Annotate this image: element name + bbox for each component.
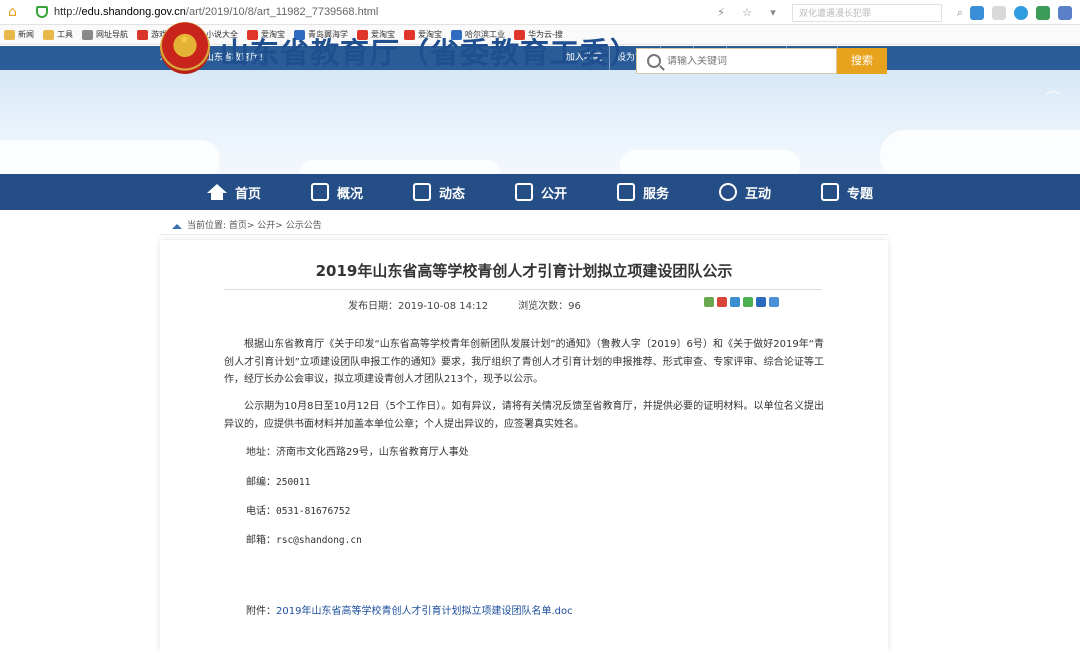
favorite-icon xyxy=(82,29,93,40)
nav-item[interactable]: 公开 xyxy=(514,174,567,210)
share-wechat-icon[interactable] xyxy=(743,297,753,307)
url-field[interactable]: http://edu.shandong.gov.cn/art/2019/10/8… xyxy=(54,6,378,18)
favorite-icon xyxy=(137,29,148,40)
search-icon xyxy=(647,54,661,68)
bird-icon: ⌒ xyxy=(1040,135,1054,151)
main-nav: 首页 概况 动态 公开 服务 互动 专题 xyxy=(0,174,1080,210)
favorite-item[interactable]: 工具 xyxy=(43,29,73,40)
menu-icon[interactable] xyxy=(992,5,1006,20)
browser-address-bar: ⌂ http://edu.shandong.gov.cn/art/2019/10… xyxy=(0,0,1080,25)
favorite-icon xyxy=(43,29,54,40)
share-qq-icon[interactable] xyxy=(730,297,740,307)
service-icon xyxy=(617,183,635,201)
favorite-item[interactable]: 网址导航 xyxy=(82,29,128,40)
nav-item[interactable]: 首页 xyxy=(206,174,261,210)
overview-icon xyxy=(310,183,329,201)
share-more-icon[interactable] xyxy=(769,297,779,307)
home-icon xyxy=(206,183,227,200)
article-paragraph: 公示期为10月8日至10月12日（5个工作日）。如有异议，请将有关情况反馈至省教… xyxy=(224,401,824,430)
news-icon xyxy=(412,183,431,201)
site-banner: ⌒ ⌒ xyxy=(0,70,1080,174)
share-renren-icon[interactable] xyxy=(756,297,766,307)
bird-icon: ⌒ xyxy=(1046,91,1060,107)
share-weibo-icon[interactable] xyxy=(717,297,727,307)
breadcrumb: 当前位置: 首页> 公开> 公示公告 xyxy=(172,218,322,231)
search-icon[interactable]: ⌕ xyxy=(957,6,963,20)
site-title: 山东省教育厅（省委教育工委） xyxy=(220,36,641,70)
contact-email: 邮箱：rsc@shandong.cn xyxy=(246,535,362,546)
share-qzone-icon[interactable] xyxy=(704,297,714,307)
site-search-box xyxy=(636,48,837,74)
browser-toolbar: ⚡ ☆ ▾ 双化遭遇漫长犯罪 ⌕ xyxy=(708,0,1080,25)
nav-item[interactable]: 互动 xyxy=(719,174,771,210)
article-title: 2019年山东省高等学校青创人才引育计划拟立项建设团队公示 xyxy=(315,262,733,280)
share-buttons xyxy=(704,297,782,307)
breadcrumb-divider xyxy=(160,234,888,235)
site-search-input[interactable] xyxy=(667,55,817,67)
attachment: 附件：2019年山东省高等学校青创人才引育计划拟立项建设团队名单.doc xyxy=(246,606,573,617)
refresh-icon[interactable] xyxy=(1014,5,1028,20)
chevron-down-icon[interactable]: ▾ xyxy=(766,6,780,20)
site-search-button[interactable]: 搜索 xyxy=(837,48,887,74)
contact-phone: 电话：0531-81676752 xyxy=(246,506,351,517)
download-icon[interactable] xyxy=(1036,5,1050,20)
favorite-icon xyxy=(4,29,15,40)
contact-address: 地址：济南市文化西路29号，山东省教育厅人事处 xyxy=(246,447,469,458)
nav-item[interactable]: 概况 xyxy=(310,174,363,210)
article-paragraph: 根据山东省教育厅《关于印发“山东省高等学校青年创新团队发展计划”的通知》（鲁教人… xyxy=(224,339,824,385)
book-icon xyxy=(514,183,533,201)
chat-icon xyxy=(719,183,738,201)
nav-item[interactable]: 专题 xyxy=(821,174,873,210)
extension-icon[interactable] xyxy=(970,5,984,20)
article-meta: 发布日期：2019-10-08 14:12 浏览次数：96 xyxy=(348,297,611,312)
contact-zip: 邮编：250011 xyxy=(246,477,311,488)
browser-search-input[interactable]: 双化遭遇漫长犯罪 ⌕ xyxy=(792,3,963,22)
attachment-link[interactable]: 2019年山东省高等学校青创人才引育计划拟立项建设团队名单.doc xyxy=(276,606,573,617)
favorite-item[interactable]: 新闻 xyxy=(4,29,34,40)
nav-item[interactable]: 动态 xyxy=(412,174,465,210)
topic-icon xyxy=(821,183,840,201)
nav-item[interactable]: 服务 xyxy=(617,174,669,210)
publish-date: 发布日期：2019-10-08 14:12 xyxy=(348,301,489,312)
star-icon[interactable]: ☆ xyxy=(740,6,754,20)
security-shield-icon xyxy=(36,6,48,18)
lightning-icon[interactable]: ⚡ xyxy=(714,6,728,20)
home-icon xyxy=(172,221,182,229)
view-count: 浏览次数：96 xyxy=(518,301,581,312)
national-emblem-logo: ★ xyxy=(160,22,210,74)
settings-icon[interactable] xyxy=(1058,5,1072,20)
title-divider xyxy=(224,289,822,290)
browser-home-icon[interactable]: ⌂ xyxy=(8,5,22,19)
